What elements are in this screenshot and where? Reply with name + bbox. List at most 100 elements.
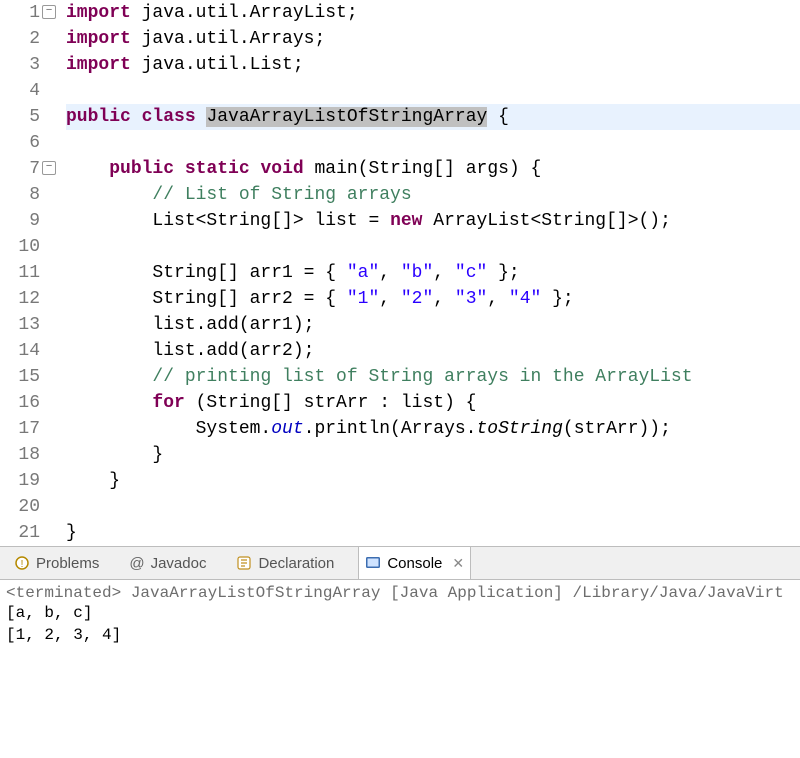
static-method: toString [476,419,562,439]
bottom-tabs-bar: ! Problems @ Javadoc Declaration Console… [0,546,800,580]
line-number: 15 [0,364,54,390]
code-line[interactable]: import java.util.Arrays; [66,26,800,52]
string-literal: "2" [401,289,433,309]
tab-label: Console [387,555,442,572]
comment: // List of String arrays [152,185,411,205]
code-text: , [379,289,401,309]
line-number: 21 [0,520,54,546]
line-number: 11 [0,260,54,286]
string-literal: "4" [509,289,541,309]
line-number: 16 [0,390,54,416]
svg-text:!: ! [21,559,24,570]
line-number: 4 [0,78,54,104]
keyword: public [109,159,174,179]
code-line[interactable]: import java.util.List; [66,52,800,78]
code-line[interactable]: System.out.println(Arrays.toString(strAr… [66,416,800,442]
code-line[interactable]: String[] arr2 = { "1", "2", "3", "4" }; [66,286,800,312]
code-line[interactable]: } [66,442,800,468]
fold-toggle-icon[interactable]: − [42,161,56,175]
console-output-line: [a, b, c] [6,602,794,624]
code-line[interactable]: public class JavaArrayListOfStringArray … [66,104,800,130]
code-text [196,107,207,127]
line-number: 6 [0,130,54,156]
line-number: 13 [0,312,54,338]
line-number: 1− [0,0,54,26]
tab-label: Javadoc [151,555,207,572]
line-number-gutter: 1−234567−89101112131415161718192021 [0,0,58,546]
code-line[interactable] [66,130,800,156]
code-line[interactable] [66,234,800,260]
code-line[interactable]: } [66,468,800,494]
close-icon[interactable]: ✕ [452,555,464,572]
code-text [66,185,152,205]
keyword: import [66,3,131,23]
code-line[interactable]: List<String[]> list = new ArrayList<Stri… [66,208,800,234]
string-literal: "b" [401,263,433,283]
keyword: public [66,107,131,127]
line-number: 18 [0,442,54,468]
code-line[interactable]: list.add(arr1); [66,312,800,338]
code-line[interactable]: list.add(arr2); [66,338,800,364]
code-line[interactable] [66,494,800,520]
string-literal: "1" [347,289,379,309]
console-panel: <terminated> JavaArrayListOfStringArray … [0,580,800,650]
tab-declaration[interactable]: Declaration [230,547,340,579]
line-number: 3 [0,52,54,78]
code-text: , [379,263,401,283]
string-literal: "a" [347,263,379,283]
tab-label: Problems [36,555,99,572]
console-output-line: [1, 2, 3, 4] [6,624,794,646]
tab-console[interactable]: Console ✕ [358,547,471,579]
code-text: String[] arr2 = { [66,289,347,309]
code-text: , [433,263,455,283]
line-number: 9 [0,208,54,234]
code-text [66,393,152,413]
code-text: java.util.Arrays; [131,29,325,49]
console-status: <terminated> JavaArrayListOfStringArray … [6,584,794,602]
code-text: , [433,289,455,309]
line-number: 20 [0,494,54,520]
code-text: , [487,289,509,309]
code-line[interactable]: } [66,520,800,546]
code-text [66,367,152,387]
line-number: 5 [0,104,54,130]
code-line[interactable]: // printing list of String arrays in the… [66,364,800,390]
class-name-highlight: JavaArrayListOfStringArray [206,107,487,127]
tab-javadoc[interactable]: @ Javadoc [123,547,212,579]
code-text: } [66,445,163,465]
fold-toggle-icon[interactable]: − [42,5,56,19]
code-line[interactable]: for (String[] strArr : list) { [66,390,800,416]
keyword: for [152,393,184,413]
tab-problems[interactable]: ! Problems [8,547,105,579]
code-text: }; [541,289,573,309]
keyword: void [260,159,303,179]
code-line[interactable]: public static void main(String[] args) { [66,156,800,182]
console-icon [365,555,381,571]
line-number: 12 [0,286,54,312]
code-line[interactable]: // List of String arrays [66,182,800,208]
line-number: 19 [0,468,54,494]
code-text: java.util.List; [131,55,304,75]
code-text [66,159,109,179]
code-line[interactable]: String[] arr1 = { "a", "b", "c" }; [66,260,800,286]
code-area[interactable]: import java.util.ArrayList;import java.u… [58,0,800,546]
code-text: List<String[]> list = [66,211,390,231]
keyword: import [66,55,131,75]
comment: // printing list of String arrays in the… [152,367,692,387]
javadoc-at-icon: @ [129,555,144,572]
line-number: 7− [0,156,54,182]
code-text: list.add(arr2); [66,341,314,361]
string-literal: "c" [455,263,487,283]
code-text [250,159,261,179]
code-text: ArrayList<String[]>(); [422,211,670,231]
line-number: 2 [0,26,54,52]
code-text [131,107,142,127]
code-text: list.add(arr1); [66,315,314,335]
code-line[interactable] [66,78,800,104]
tab-label: Declaration [258,555,334,572]
code-line[interactable]: import java.util.ArrayList; [66,0,800,26]
line-number: 17 [0,416,54,442]
code-editor[interactable]: 1−234567−89101112131415161718192021 impo… [0,0,800,546]
problems-icon: ! [14,555,30,571]
code-text: java.util.ArrayList; [131,3,358,23]
